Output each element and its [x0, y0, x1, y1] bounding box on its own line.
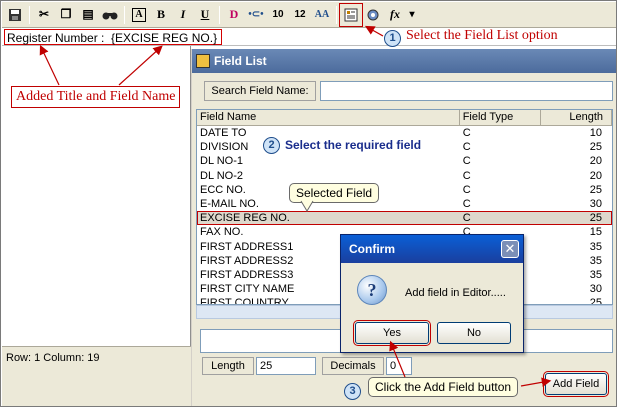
cell-length: 30: [589, 197, 602, 210]
window-icon: [196, 54, 210, 68]
cell-field-type: C: [462, 169, 471, 182]
function-icon[interactable]: fx: [384, 4, 406, 26]
editor-text-line[interactable]: Register Number : {EXCISE REG NO.}: [4, 29, 223, 45]
cell-length: 15: [589, 226, 602, 239]
selected-field-callout: Selected Field: [289, 183, 380, 203]
cell-length: 25: [589, 141, 602, 154]
cell-field-type: C: [462, 141, 471, 154]
search-row: Search Field Name:: [196, 81, 613, 103]
cell-field-name: DL NO-1: [200, 155, 243, 168]
cell-field-type: C: [462, 183, 471, 196]
copy-icon[interactable]: ❐: [55, 4, 77, 26]
italic-icon[interactable]: I: [172, 4, 194, 26]
length-label: Length: [202, 357, 254, 375]
confirm-title: Confirm: [349, 242, 395, 256]
paste-icon[interactable]: ▤: [77, 4, 99, 26]
find-icon[interactable]: [99, 4, 121, 26]
cell-length: 35: [589, 268, 602, 281]
column-header-field-name[interactable]: Field Name: [197, 110, 460, 125]
column-header-field-type[interactable]: Field Type: [460, 110, 542, 125]
cell-length: 25: [589, 297, 602, 305]
length-input[interactable]: 25: [256, 357, 316, 375]
step1-badge: 1: [384, 30, 401, 47]
decimals-input[interactable]: 0: [386, 357, 412, 375]
toolbar: ✂ ❐ ▤ A B I U D •⊂• 10 12 AA fx ▾: [2, 2, 616, 28]
added-title-note: Added Title and Field Name: [11, 86, 181, 108]
cut-icon[interactable]: ✂: [33, 4, 55, 26]
cell-length: 20: [589, 155, 602, 168]
search-input[interactable]: [320, 81, 613, 101]
font-glyph: A: [132, 7, 146, 22]
status-bar: Row: 1 Column: 19: [2, 346, 191, 370]
properties-icon[interactable]: [362, 4, 384, 26]
cell-length: 25: [589, 212, 602, 225]
grid-header: Field Name Field Type Length: [197, 110, 612, 126]
cell-length: 20: [589, 169, 602, 182]
cell-length: 35: [589, 254, 602, 267]
cell-field-type: C: [462, 197, 471, 210]
add-field-button[interactable]: Add Field: [543, 371, 609, 397]
table-row[interactable]: DL NO-2 C 20: [197, 169, 612, 183]
cell-field-type: C: [462, 127, 471, 139]
confirm-dialog: Confirm ✕ ? Add field in Editor..... Yes…: [340, 234, 524, 353]
close-icon[interactable]: ✕: [501, 240, 519, 258]
font-size-12-icon[interactable]: 12: [289, 4, 311, 26]
step2-badge: 2: [263, 137, 280, 154]
case-icon[interactable]: AA: [311, 4, 333, 26]
table-row[interactable]: DL NO-1 C 20: [197, 154, 612, 168]
step1-text: Select the Field List option: [406, 28, 558, 43]
status-bar-filler: [2, 370, 191, 406]
underline-icon[interactable]: U: [194, 4, 216, 26]
dropdown-arrow-icon[interactable]: ▾: [406, 4, 418, 26]
link-field-icon[interactable]: •⊂•: [245, 4, 267, 26]
cell-field-type: C: [462, 155, 471, 168]
toolbar-separator: [219, 5, 220, 24]
toolbar-separator: [336, 5, 337, 24]
yes-button[interactable]: Yes: [353, 320, 431, 346]
step3-callout: Click the Add Field button: [368, 377, 519, 397]
save-icon[interactable]: [4, 4, 26, 26]
confirm-message: Add field in Editor.....: [405, 287, 506, 299]
field-list-icon[interactable]: [339, 2, 363, 27]
field-list-title: Field List: [214, 54, 267, 68]
cell-field-name: EXCISE REG NO.: [200, 212, 290, 225]
table-row[interactable]: ECC NO. C 25: [197, 183, 612, 197]
cell-length: 35: [589, 240, 602, 253]
step2-text: Select the required field: [285, 138, 422, 152]
date-field-icon[interactable]: D: [223, 4, 245, 26]
toolbar-separator: [29, 5, 30, 24]
question-icon: ?: [357, 275, 387, 305]
cell-length: 25: [589, 183, 602, 196]
cell-length: 10: [589, 127, 602, 139]
cell-field-name: DL NO-2: [200, 169, 243, 182]
bold-icon[interactable]: B: [150, 4, 172, 26]
table-row[interactable]: E-MAIL NO. C 30: [197, 197, 612, 211]
confirm-titlebar[interactable]: Confirm: [341, 235, 523, 263]
cell-field-type: C: [462, 212, 471, 225]
search-label: Search Field Name:: [204, 81, 316, 101]
no-button[interactable]: No: [437, 322, 511, 344]
column-header-length[interactable]: Length: [541, 110, 612, 125]
decimals-label: Decimals: [322, 357, 384, 375]
font-size-10-icon[interactable]: 10: [267, 4, 289, 26]
font-icon[interactable]: A: [128, 4, 150, 26]
step3-badge: 3: [344, 383, 361, 400]
toolbar-separator: [124, 5, 125, 24]
field-list-titlebar[interactable]: Field List: [192, 49, 616, 73]
cell-length: 30: [589, 283, 602, 296]
table-row-selected[interactable]: EXCISE REG NO. C 25: [197, 211, 612, 226]
editor-window: ✂ ❐ ▤ A B I U D •⊂• 10 12 AA fx ▾ Regist…: [0, 0, 617, 407]
